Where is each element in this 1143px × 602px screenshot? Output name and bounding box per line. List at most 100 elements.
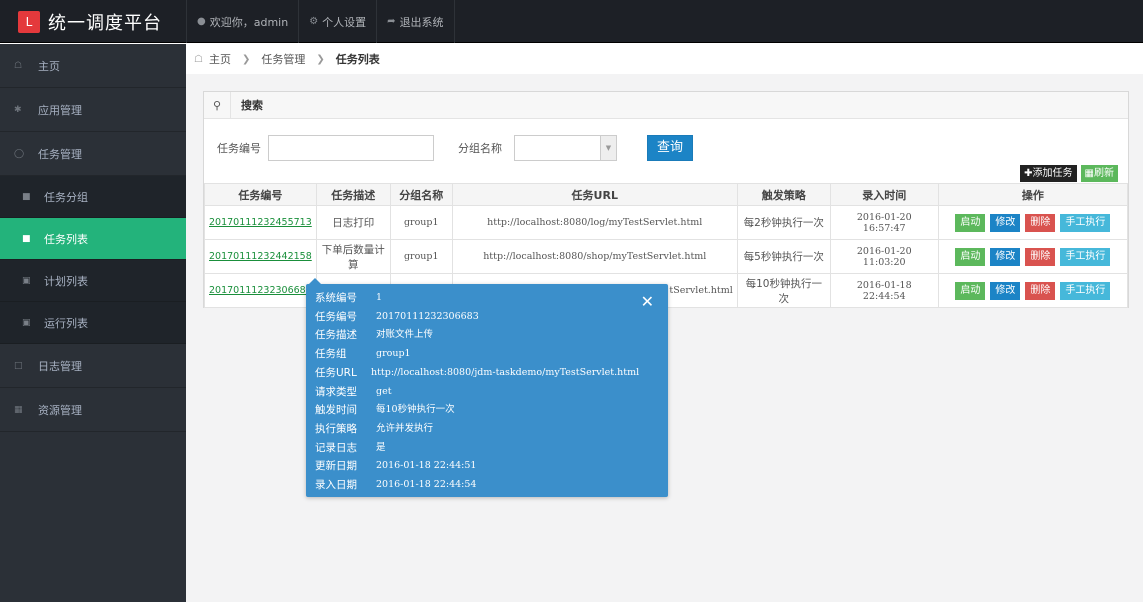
manual-run-button[interactable]: 手工执行 — [1060, 247, 1111, 266]
popover-row: 执行策略 允许并发执行 — [315, 420, 433, 438]
sidebar-item-resource-management[interactable]: ▦ 资源管理 — [0, 388, 186, 432]
welcome-user[interactable]: ● 欢迎你，admin — [186, 0, 298, 43]
trigger-cell: 每5秒钟执行一次 — [736, 239, 831, 274]
tray-icon: ▣ — [22, 275, 31, 286]
gear-icon: ✱ — [14, 104, 22, 115]
close-icon[interactable]: ✕ — [641, 292, 654, 311]
task-id-input[interactable] — [268, 135, 434, 161]
popover-row: 记录日志 是 — [315, 439, 386, 457]
popover-row: 请求类型 get — [315, 383, 392, 401]
query-button[interactable]: 查询 — [647, 135, 693, 161]
task-desc-cell: 下单后数量计算 — [315, 239, 391, 274]
actions-cell: 启动 修改 删除 手工执行 — [937, 273, 1129, 308]
sidebar-item-label: 日志管理 — [38, 359, 82, 373]
start-button[interactable]: 启动 — [955, 213, 986, 232]
task-id-cell: 20170111232306683 — [204, 273, 317, 308]
file-icon: □ — [14, 360, 23, 371]
column-header: 触发策略 — [736, 183, 831, 206]
trigger-cell: 每2秒钟执行一次 — [736, 205, 831, 240]
sidebar-item-task-management[interactable]: ◯ 任务管理 — [0, 132, 186, 176]
url-cell: http://localhost:8080/log/myTestServlet.… — [451, 205, 738, 240]
add-task-button[interactable]: ✚添加任务 — [1020, 165, 1077, 182]
start-button[interactable]: 启动 — [955, 281, 986, 300]
chevron-right-icon: ❯ — [241, 53, 251, 65]
popover-key: 更新日期 — [315, 460, 357, 472]
search-panel: ⚲ 搜索 任务编号 分组名称 ▼ 查询 ✚添加任务 ▦刷新 任务编号 任务描述 … — [203, 91, 1129, 308]
task-id-link[interactable]: 20170111232455713 — [209, 217, 312, 228]
chevron-down-icon[interactable]: ▼ — [600, 136, 616, 160]
home-icon: ☖ — [14, 60, 23, 71]
welcome-text: 欢迎你，admin — [209, 15, 289, 29]
sidebar-item-log-management[interactable]: □ 日志管理 — [0, 344, 186, 388]
popover-key: 任务URL — [315, 367, 357, 379]
gear-icon: ⚙ — [309, 16, 319, 27]
group-cell: group1 — [389, 239, 453, 274]
edit-button[interactable]: 修改 — [990, 247, 1021, 266]
popover-row: 更新日期 2016-01-18 22:44:51 — [315, 457, 476, 475]
brand[interactable]: L 统一调度平台 — [0, 0, 186, 43]
brand-title: 统一调度平台 — [48, 12, 162, 34]
breadcrumb-current: 任务列表 — [335, 53, 380, 66]
sidebar-item-app-management[interactable]: ✱ 应用管理 — [0, 88, 186, 132]
popover-row: 任务URL http://localhost:8080/jdm-taskdemo/… — [315, 364, 639, 382]
popover-value: 2016-01-18 22:44:51 — [376, 460, 477, 471]
popover-key: 执行策略 — [315, 423, 357, 435]
task-desc-cell: 日志打印 — [315, 205, 391, 240]
popover-key: 任务编号 — [315, 311, 357, 323]
popover-value: group1 — [376, 348, 411, 359]
search-panel-header: ⚲ 搜索 — [204, 91, 1128, 119]
delete-button[interactable]: 删除 — [1025, 213, 1056, 232]
delete-button[interactable]: 删除 — [1025, 281, 1056, 300]
breadcrumb: ☖ 主页 ❯ 任务管理 ❯ 任务列表 — [186, 44, 1143, 74]
user-icon: ● — [197, 16, 206, 27]
popover-key: 任务组 — [315, 348, 347, 360]
top-links: ● 欢迎你，admin ⚙ 个人设置 ➦ 退出系统 — [186, 0, 455, 43]
popover-value: 2016-01-18 22:44:54 — [376, 479, 477, 490]
refresh-button[interactable]: ▦刷新 — [1080, 165, 1118, 182]
task-id-link[interactable]: 20170111232442158 — [209, 251, 312, 262]
edit-button[interactable]: 修改 — [990, 213, 1021, 232]
table-icon: ▦ — [1084, 168, 1094, 179]
start-button[interactable]: 启动 — [955, 247, 986, 266]
truck-icon: ■ — [22, 191, 31, 202]
popover-value: 每10秒钟执行一次 — [376, 404, 455, 415]
manual-run-button[interactable]: 手工执行 — [1060, 281, 1111, 300]
sidebar-item-plan-list[interactable]: ▣ 计划列表 — [0, 260, 186, 302]
popover-row: 任务组 group1 — [315, 345, 411, 363]
popover-row: 录入日期 2016-01-18 22:44:54 — [315, 476, 476, 494]
delete-button[interactable]: 删除 — [1025, 247, 1056, 266]
column-header: 操作 — [937, 183, 1129, 206]
popover-value: get — [376, 386, 392, 397]
sidebar-item-run-list[interactable]: ▣ 运行列表 — [0, 302, 186, 344]
manual-run-button[interactable]: 手工执行 — [1060, 213, 1111, 232]
search-panel-title: 搜索 — [241, 99, 263, 112]
sidebar-item-label: 资源管理 — [38, 403, 82, 417]
created-cell: 2016-01-18 22:44:54 — [829, 273, 939, 308]
logout-link[interactable]: ➦ 退出系统 — [376, 0, 455, 43]
tray-icon: ▣ — [22, 317, 31, 328]
edit-button[interactable]: 修改 — [990, 281, 1021, 300]
home-icon: ☖ — [194, 53, 203, 65]
sidebar-item-task-groups[interactable]: ■ 任务分组 — [0, 176, 186, 218]
settings-link[interactable]: ⚙ 个人设置 — [298, 0, 376, 43]
trigger-cell: 每10秒钟执行一次 — [736, 273, 831, 308]
breadcrumb-home[interactable]: 主页 — [209, 51, 231, 67]
column-header: 任务URL — [451, 183, 738, 206]
popover-value: 20170111232306683 — [376, 311, 479, 322]
task-id-cell: 20170111232455713 — [204, 205, 317, 240]
breadcrumb-section[interactable]: 任务管理 — [261, 51, 305, 67]
popover-key: 请求类型 — [315, 386, 357, 398]
brand-logo-icon: L — [18, 10, 40, 33]
truck-icon: ■ — [22, 233, 31, 244]
task-id-link[interactable]: 20170111232306683 — [209, 285, 312, 296]
created-cell: 2016-01-20 16:57:47 — [829, 205, 939, 240]
sidebar-item-task-list[interactable]: ■ 任务列表 — [0, 218, 186, 260]
column-header: 任务描述 — [315, 183, 391, 206]
sidebar-item-label: 计划列表 — [44, 274, 88, 288]
sidebar-item-label: 任务分组 — [44, 190, 88, 204]
task-detail-popover: ✕ 系统编号 1 任务编号 20170111232306683 任务描述 对账文件上传… — [306, 278, 668, 497]
group-cell: group1 — [389, 205, 453, 240]
group-name-select[interactable]: ▼ — [514, 135, 617, 161]
sidebar-item-home[interactable]: ☖ 主页 — [0, 44, 186, 88]
actions-cell: 启动 修改 删除 手工执行 — [937, 239, 1129, 274]
